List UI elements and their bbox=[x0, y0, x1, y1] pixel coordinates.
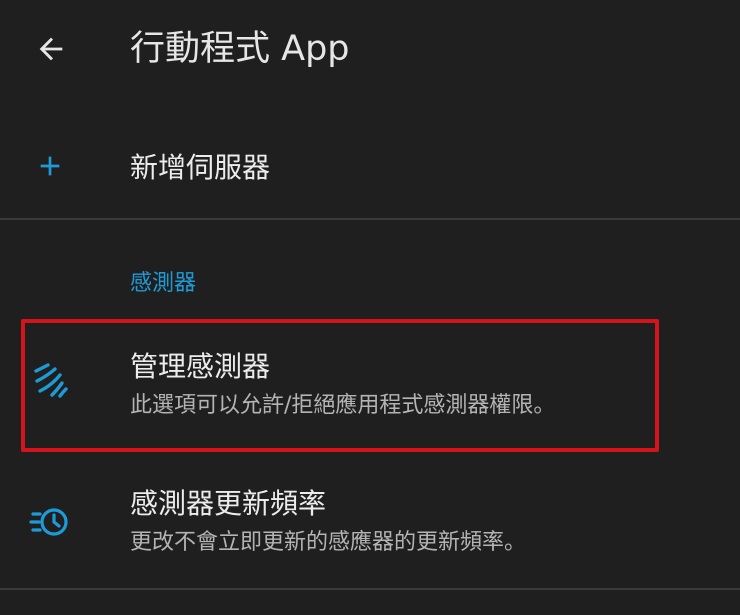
arrow-back-icon bbox=[39, 37, 63, 61]
sensor-update-frequency-title: 感測器更新頻率 bbox=[130, 487, 327, 520]
app-bar: 行動程式 App bbox=[0, 0, 740, 100]
page-title: 行動程式 App bbox=[130, 29, 350, 69]
sensor-update-frequency-row[interactable]: 感測器更新頻率 更改不會立即更新的感應器的更新頻率。 bbox=[0, 462, 740, 586]
divider bbox=[0, 588, 740, 590]
section-header-sensors: 感測器 bbox=[130, 271, 197, 296]
plus-icon bbox=[26, 142, 74, 190]
update-clock-icon bbox=[26, 498, 74, 546]
back-button[interactable] bbox=[26, 26, 76, 72]
add-server-row[interactable]: 新增伺服器 bbox=[0, 112, 740, 218]
sensor-update-frequency-summary: 更改不會立即更新的感應器的更新頻率。 bbox=[130, 530, 527, 555]
manage-sensors-summary: 此選項可以允許/拒絕應用程式感測器權限。 bbox=[130, 393, 556, 418]
divider bbox=[0, 218, 740, 220]
manage-sensors-title: 管理感測器 bbox=[130, 350, 271, 383]
sensor-waves-icon bbox=[26, 357, 74, 405]
settings-screen: 行動程式 App 新增伺服器 感測器 管理感測器 此選項可以允許/拒絕應用程式感… bbox=[0, 0, 740, 615]
manage-sensors-row[interactable]: 管理感測器 此選項可以允許/拒絕應用程式感測器權限。 bbox=[0, 325, 740, 447]
add-server-label: 新增伺服器 bbox=[130, 151, 271, 184]
